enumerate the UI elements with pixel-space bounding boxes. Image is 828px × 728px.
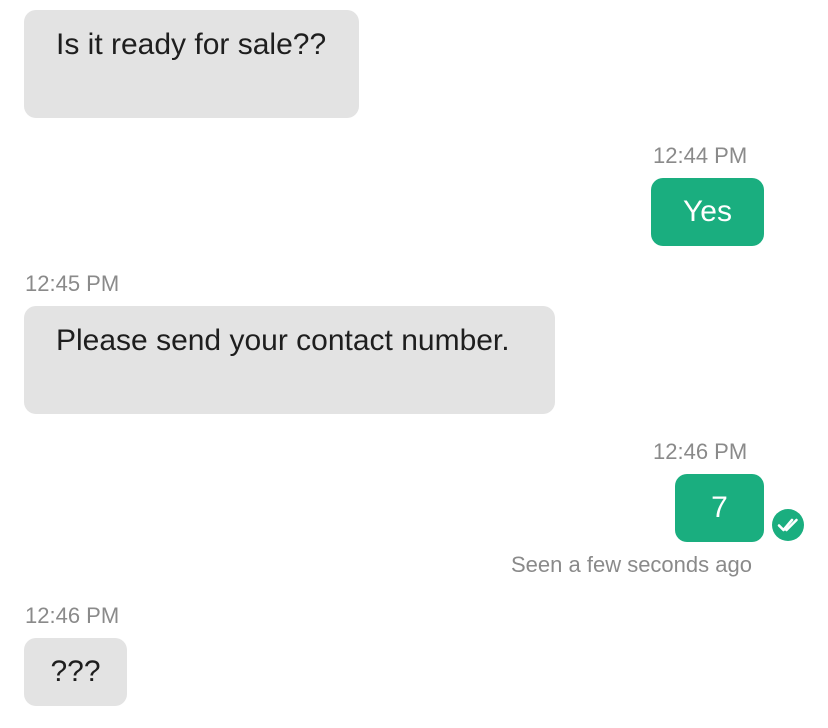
incoming-message-bubble[interactable]: ???: [24, 638, 127, 706]
message-text: Yes: [683, 195, 732, 228]
message-timestamp: 12:44 PM: [653, 143, 748, 168]
message-timestamp: 12:46 PM: [25, 603, 120, 628]
outgoing-message-bubble[interactable]: Yes: [651, 178, 764, 246]
double-check-icon: [772, 509, 804, 541]
message-timestamp: 12:45 PM: [25, 271, 120, 296]
incoming-message-bubble[interactable]: Is it ready for sale??: [24, 10, 359, 118]
message-text: ???: [50, 655, 101, 688]
message-text: Please send your contact number.: [56, 324, 510, 357]
outgoing-message-bubble[interactable]: 7: [675, 474, 764, 542]
chat-thread: Is it ready for sale?? 12:44 PM Yes 12:4…: [0, 0, 828, 728]
message-timestamp: 12:46 PM: [653, 439, 748, 464]
message-text: Is it ready for sale??: [56, 28, 327, 61]
seen-status: Seen a few seconds ago: [511, 552, 752, 577]
incoming-message-bubble[interactable]: Please send your contact number.: [24, 306, 555, 414]
message-text: 7: [711, 491, 728, 524]
